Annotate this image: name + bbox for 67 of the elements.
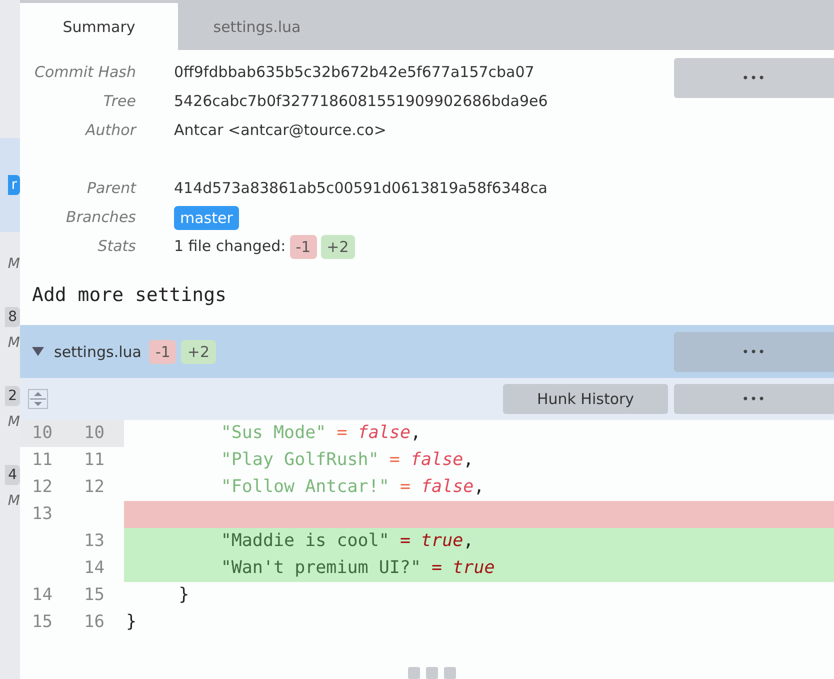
sidebar-text: M: [8, 335, 20, 351]
field-label: Branches: [65, 207, 136, 228]
line-number: 14: [31, 584, 54, 607]
line-number: 13: [31, 503, 54, 526]
field-label: Tree: [102, 91, 136, 112]
line-number: 10: [83, 422, 106, 445]
line-number: 12: [31, 476, 54, 499]
resize-handle-icon[interactable]: [408, 667, 456, 679]
commit-message: Add more settings: [31, 283, 228, 308]
expand-lines-icon[interactable]: [28, 389, 48, 409]
line-number-gutter[interactable]: 11 11: [20, 447, 124, 474]
tab[interactable]: Summary: [20, 3, 178, 50]
line-number-gutter[interactable]: 10 10: [20, 420, 124, 447]
field-label: Commit Hash: [34, 62, 136, 83]
added-count: +2: [320, 234, 355, 258]
line-number: 11: [83, 449, 106, 472]
more-button[interactable]: •••: [674, 384, 834, 414]
field-label: Stats: [96, 236, 136, 257]
line-number: 12: [83, 476, 106, 499]
line-number-gutter[interactable]: 14: [20, 555, 124, 582]
context-code-line: "Follow Antcar!" = false,: [220, 476, 486, 499]
line-number: 13: [83, 530, 106, 553]
line-number-gutter[interactable]: 12 12: [20, 474, 124, 501]
line-number: 15: [83, 584, 106, 607]
line-number-gutter[interactable]: 13: [20, 528, 124, 555]
removed-count: -1: [149, 340, 176, 364]
field-value: 5426cabc7b0f3277186081551909902686bda9e6: [174, 91, 549, 112]
count-badge: r: [8, 175, 20, 195]
sidebar-item[interactable]: 4 M: [0, 462, 20, 541]
count-badge: 2: [5, 386, 20, 406]
sidebar-item[interactable]: r: [0, 138, 20, 232]
count-badge: 8: [5, 307, 20, 327]
sidebar-text: M: [8, 256, 20, 272]
stats-text: 1 file changed:: [174, 236, 286, 257]
tab[interactable]: settings.lua: [178, 3, 336, 50]
added-count: +2: [181, 340, 216, 364]
context-code-line: }: [125, 611, 138, 634]
line-number: 16: [83, 611, 106, 634]
more-button[interactable]: •••: [674, 332, 834, 372]
count-badge: 4: [5, 465, 20, 485]
line-number-gutter[interactable]: 15 16: [20, 609, 124, 636]
field-value: 0ff9fdbbab635b5c32b672b42e5f677a157cba07: [174, 62, 536, 83]
context-code-line: "Sus Mode" = false,: [220, 422, 422, 445]
file-header[interactable]: settings.lua -1 +2 •••: [20, 325, 834, 378]
more-button[interactable]: •••: [674, 58, 834, 98]
field-value: Antcar <antcar@tource.co>: [174, 120, 388, 141]
sidebar-text: M: [8, 414, 20, 430]
file-name: settings.lua: [54, 342, 142, 360]
line-number-gutter[interactable]: 13: [20, 501, 124, 528]
sidebar-item[interactable]: 8 M: [0, 304, 20, 383]
line-number: 14: [83, 557, 106, 580]
line-number-gutter[interactable]: 14 15: [20, 582, 124, 609]
line-number: 10: [31, 422, 54, 445]
sidebar-text: M: [8, 493, 20, 509]
context-code-line: }: [178, 584, 190, 607]
field-label: Parent: [86, 178, 136, 199]
field-label: Author: [84, 120, 136, 141]
field-value: 414d573a83861ab5c00591d0613819a58f6348ca: [174, 178, 548, 199]
line-number: 11: [31, 449, 54, 472]
context-code-line: "Play GolfRush" = false,: [220, 449, 475, 472]
sidebar-item[interactable]: M: [0, 232, 20, 304]
expand-triangle-icon[interactable]: [32, 346, 44, 356]
line-number: 15: [31, 611, 54, 634]
removed-count: -1: [290, 234, 317, 258]
hunk-history-button[interactable]: Hunk History: [503, 384, 668, 414]
sidebar-item[interactable]: 2 M: [0, 383, 20, 462]
branch-tag[interactable]: master: [174, 206, 239, 230]
